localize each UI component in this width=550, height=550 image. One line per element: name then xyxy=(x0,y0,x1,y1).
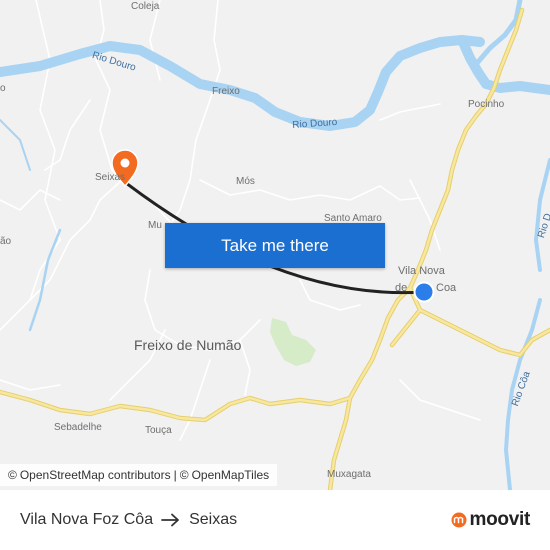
map-view[interactable]: Coleja Seixas Freixo Mós Santo Amaro Poc… xyxy=(0,0,550,490)
map-screen: Coleja Seixas Freixo Mós Santo Amaro Poc… xyxy=(0,0,550,550)
take-me-there-button[interactable]: Take me there xyxy=(165,223,385,268)
place-label-pocinho: Pocinho xyxy=(468,99,505,110)
place-label-touca: Touça xyxy=(145,425,172,436)
place-label-muxagata: Muxagata xyxy=(327,469,371,480)
place-label-vila-nova-de: de xyxy=(395,282,408,294)
moovit-pin-icon xyxy=(451,512,467,528)
route-title: Vila Nova Foz Côa Seixas xyxy=(20,490,237,550)
place-label-sebadelhe: Sebadelhe xyxy=(54,422,102,433)
place-label-left-o: o xyxy=(0,83,6,94)
moovit-brand-text: moovit xyxy=(469,509,531,530)
origin-name: Vila Nova Foz Côa xyxy=(20,511,154,528)
arrow-right-icon xyxy=(161,513,180,527)
place-label-left-ao: ão xyxy=(0,236,12,247)
moovit-logo: moovit xyxy=(451,490,530,550)
origin-marker[interactable] xyxy=(413,281,435,303)
attribution-separator: | xyxy=(173,468,177,482)
place-label-vila-nova-line1: Vila Nova xyxy=(398,265,445,277)
destination-name: Seixas xyxy=(189,511,238,528)
omt-attribution-link[interactable]: OpenMapTiles xyxy=(192,468,270,482)
place-label-freixo-de-numao: Freixo de Numão xyxy=(134,337,242,353)
map-attribution: © OpenStreetMap contributors | © OpenMap… xyxy=(0,464,278,486)
place-label-mu: Mu xyxy=(148,220,162,231)
place-label-seixas: Seixas xyxy=(95,172,126,183)
osm-attribution-link[interactable]: OpenStreetMap contributors xyxy=(20,468,171,482)
route-footer: Vila Nova Foz Côa Seixas moovit xyxy=(0,490,550,550)
copyright-symbol-2: © xyxy=(179,468,189,482)
place-label-coleja: Coleja xyxy=(131,1,160,12)
place-label-vila-nova-coa: Coa xyxy=(436,282,457,294)
place-label-freixo: Freixo xyxy=(212,86,240,97)
place-label-mos: Mós xyxy=(236,176,255,187)
copyright-symbol: © xyxy=(8,468,17,482)
